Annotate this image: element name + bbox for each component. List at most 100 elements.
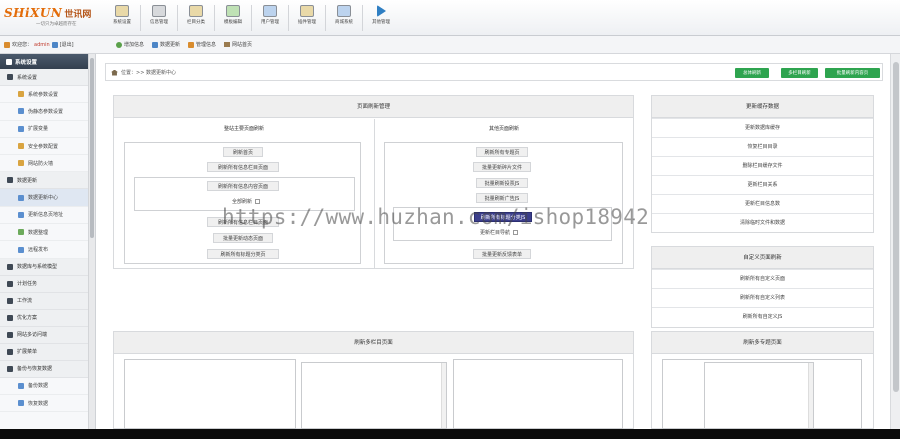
- sidebar-group-data-update[interactable]: 数据更新: [0, 172, 95, 190]
- logo: SHiXUN 世讯网 一切只为卓越而存在: [4, 6, 100, 32]
- nav-label: 栏目分类: [187, 20, 205, 25]
- batch-update-fragments-button[interactable]: 批量更新碎片文件: [473, 162, 531, 172]
- refresh-custom-js-row[interactable]: 刷新所有自定义JS: [652, 307, 873, 326]
- nav-template[interactable]: 模板编辑: [215, 3, 251, 33]
- batch-refresh-ad-js-button[interactable]: 批量刷新广告JS: [476, 193, 528, 203]
- sidebar-scrollbar[interactable]: [88, 54, 95, 429]
- logout-link[interactable]: [退出]: [60, 41, 74, 48]
- refresh-title-category-button[interactable]: 刷新所有标题分类页: [207, 249, 279, 259]
- database-icon: [7, 263, 13, 270]
- sidebar-item-firewall[interactable]: 网站防火墙: [0, 155, 95, 173]
- sidebar-item-remote-publish[interactable]: 远程发布: [0, 241, 95, 259]
- refresh-all-checkbox[interactable]: [255, 199, 261, 204]
- batch-refresh-vote-js-button[interactable]: 批量刷新投票JS: [476, 178, 528, 188]
- quick-manage-info[interactable]: 管理信息: [188, 41, 216, 48]
- firewall-icon: [18, 160, 24, 167]
- template-icon: [226, 5, 240, 17]
- refresh-content-pages-button[interactable]: 刷新所有信息内容页面: [207, 181, 279, 191]
- update-nav-checkbox[interactable]: [513, 230, 519, 235]
- nav-category[interactable]: 栏目分类: [178, 3, 214, 33]
- batch-update-feedback-button[interactable]: 批量更新反馈表单: [473, 249, 531, 259]
- sidebar-item-ext-vars[interactable]: 扩展变量: [0, 121, 95, 138]
- publish-icon: [18, 246, 24, 253]
- sidebar-group-db-models[interactable]: 数据库与系统模型: [0, 258, 95, 276]
- batch-refresh-content-button[interactable]: 批量刷新内容页: [825, 68, 880, 78]
- breadcrumb: 位置：>> 数据更新中心: [111, 69, 176, 76]
- nav-info-manage[interactable]: 信息管理: [141, 3, 177, 33]
- quick-update-data[interactable]: 数据更新: [152, 41, 180, 48]
- restore-column-dir-row[interactable]: 恢复栏目目录: [652, 137, 873, 156]
- restore-icon: [18, 400, 24, 407]
- nav-label: 模板编辑: [224, 20, 242, 25]
- sidebar-item-data-tidy[interactable]: 数据整理: [0, 224, 95, 242]
- quick-label: 数据更新: [160, 42, 181, 48]
- refresh-column-pages-button[interactable]: 刷新所有信息栏目页面: [207, 162, 279, 172]
- delete-column-cache-row[interactable]: 删除栏目缓存文件: [652, 156, 873, 175]
- sidebar-item-system-params[interactable]: 系统参数设置: [0, 86, 95, 104]
- refresh-all-option[interactable]: 全部刷新: [232, 198, 261, 205]
- panel-title: 更新缓存数据: [652, 96, 873, 118]
- topic-select-list[interactable]: [704, 362, 814, 429]
- refresh-custom-lists-row[interactable]: 刷新所有自定义列表: [652, 288, 873, 307]
- update-nav-option[interactable]: 更新栏目导航: [480, 229, 519, 236]
- username: admin: [34, 41, 50, 48]
- column-title: 整站主要页面刷新: [223, 126, 264, 132]
- list-scrollbar[interactable]: [441, 363, 446, 428]
- update-column-count-row[interactable]: 更新栏目信息数: [652, 194, 873, 213]
- group-label: 数据库与系统模型: [17, 264, 58, 271]
- list-scrollbar[interactable]: [808, 363, 813, 428]
- sidebar-item-restore-data[interactable]: 恢复数据: [0, 395, 95, 413]
- main-scroll-thumb[interactable]: [893, 62, 899, 392]
- clear-temp-files-row[interactable]: 清除临时文件和数据: [652, 213, 873, 232]
- sidebar-group-backup[interactable]: 备份与恢复数据: [0, 360, 95, 378]
- sidebar-item-backup-data[interactable]: 备份数据: [0, 378, 95, 395]
- group-label: 工作流: [17, 298, 33, 305]
- sidebar-item-update-urls[interactable]: 更新信息页地址: [0, 207, 95, 225]
- sidebar-scroll-thumb[interactable]: [90, 58, 94, 238]
- nav-users[interactable]: 用户管理: [252, 3, 288, 33]
- sidebar-group-tasks[interactable]: 计划任务: [0, 275, 95, 293]
- right-refresh-box: [384, 142, 623, 264]
- option-label: 全部刷新: [232, 199, 253, 205]
- folder-icon: [189, 5, 203, 17]
- quick-add-info[interactable]: 增加信息: [116, 41, 144, 48]
- sidebar-item-rewrite-params[interactable]: 伪静态参数设置: [0, 103, 95, 121]
- sidebar-group-ext-menu[interactable]: 扩展菜单: [0, 343, 95, 361]
- nav-plugins[interactable]: 插件管理: [289, 3, 325, 33]
- main-scrollbar[interactable]: [890, 54, 900, 429]
- group-label: 网站多访问端: [17, 332, 48, 339]
- refresh-custom-pages-row[interactable]: 刷新所有自定义页面: [652, 269, 873, 288]
- monitor-icon: [7, 331, 13, 338]
- multi-column-refresh-button[interactable]: 多栏目刷新: [781, 68, 818, 78]
- sidebar-item-update-center[interactable]: 数据更新中心: [0, 189, 95, 207]
- backup-icon: [7, 365, 13, 372]
- sidebar-group-multi-access[interactable]: 网站多访问端: [0, 326, 95, 344]
- nav-system-settings[interactable]: 系统设置: [104, 3, 140, 33]
- nav-other[interactable]: 其他管理: [363, 3, 399, 33]
- shield-icon: [18, 143, 24, 150]
- batch-update-dynamic-button[interactable]: 批量更新动态页面: [213, 233, 273, 243]
- group-label: 扩展菜单: [17, 349, 38, 356]
- sidebar-group-system[interactable]: 系统设置: [0, 69, 95, 86]
- workflow-icon: [7, 297, 13, 304]
- sidebar-group-workflow[interactable]: 工作流: [0, 292, 95, 310]
- update-column-relation-row[interactable]: 更新栏目关系: [652, 175, 873, 194]
- quick-label: 增加信息: [124, 42, 145, 48]
- cache-update-panel: 更新缓存数据 更新数据库缓存 恢复栏目目录 删除栏目缓存文件 更新栏目关系 更新…: [651, 95, 874, 233]
- update-db-cache-row[interactable]: 更新数据库缓存: [652, 118, 873, 137]
- item-label: 网站防火墙: [28, 160, 54, 167]
- nav-shop[interactable]: 商城系统: [326, 3, 362, 33]
- column-list-right[interactable]: [453, 359, 623, 429]
- edit-icon: [188, 41, 195, 48]
- data-icon: [7, 177, 13, 184]
- refresh-all-button[interactable]: 总体刷新: [735, 68, 769, 78]
- group-label: 优化方案: [17, 315, 38, 322]
- nav-label: 商城系统: [335, 20, 353, 25]
- column-list-left[interactable]: [124, 359, 296, 429]
- sidebar-group-optimize[interactable]: 优化方案: [0, 309, 95, 327]
- quick-site-home[interactable]: 网站首页: [224, 41, 252, 48]
- refresh-home-button[interactable]: 刷新首页: [223, 147, 263, 157]
- sidebar-item-security[interactable]: 安全参数配置: [0, 138, 95, 156]
- refresh-topics-button[interactable]: 刷新所有专题页: [476, 147, 528, 157]
- column-select-list[interactable]: [301, 362, 447, 429]
